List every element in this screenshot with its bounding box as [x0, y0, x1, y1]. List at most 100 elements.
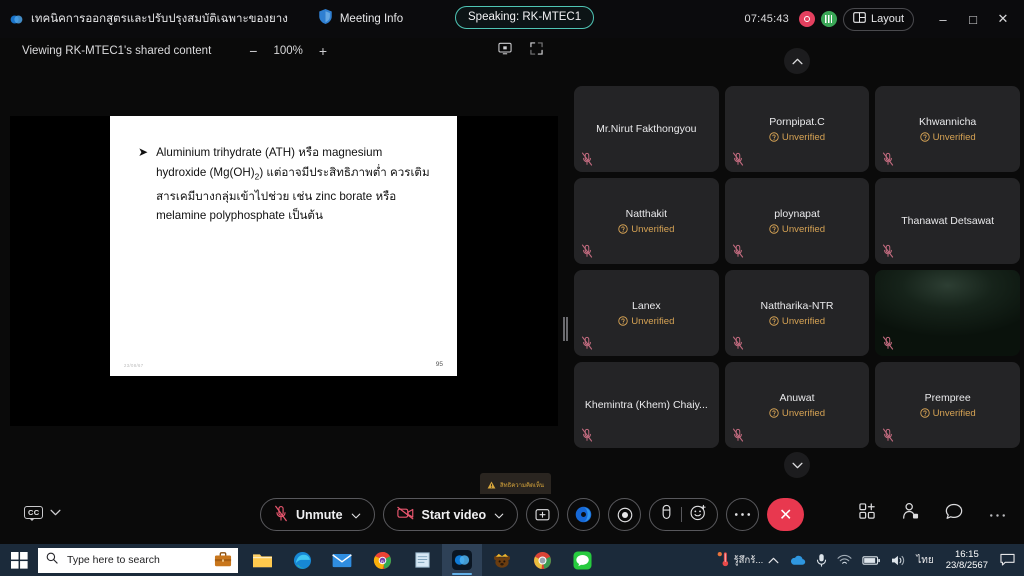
more-icon[interactable]	[989, 505, 1006, 523]
taskbar-clock[interactable]: 16:15 23/8/2567	[939, 549, 995, 572]
participant-name: Thanawat Detsawat	[901, 215, 995, 227]
annotate-icon[interactable]	[660, 504, 673, 525]
minimize-button[interactable]: –	[928, 0, 958, 38]
slide-line3-a: สารเคมีบางกลุ่มเข้าไปช่วย เช่น	[156, 189, 316, 203]
cc-chevron-down-icon[interactable]	[50, 503, 61, 521]
microphone-muted-icon	[732, 244, 744, 258]
chevron-up-icon[interactable]	[763, 557, 784, 564]
meeting-toolbar: CC Unmute Start video ✕	[0, 494, 1024, 544]
participant-panel: Mr.Nirut Fakthongyou Pornpipat.C Unverifie…	[570, 38, 1024, 494]
search-input[interactable]: Type here to search	[38, 547, 238, 573]
mail-icon[interactable]	[322, 544, 362, 576]
webex-icon[interactable]	[442, 544, 482, 576]
close-button[interactable]: ✕	[988, 0, 1018, 38]
microphone-muted-icon	[581, 428, 593, 442]
slide-line1-c: magnesium	[319, 146, 383, 159]
zoom-out-button[interactable]: −	[249, 43, 257, 59]
meeting-info-button[interactable]: Meeting Info	[318, 8, 403, 30]
unverified-badge: Unverified	[919, 132, 976, 143]
participant-tile[interactable]: Khemintra (Khem) Chaiy...	[574, 362, 719, 448]
more-options-button[interactable]	[726, 498, 760, 531]
slide-footer-left: 23/08/67	[124, 363, 144, 368]
weather-widget[interactable]: รู้สึกร้...	[709, 551, 764, 570]
microsoft-edge-icon[interactable]	[282, 544, 322, 576]
unmute-label: Unmute	[296, 507, 343, 522]
battery-icon[interactable]	[857, 555, 886, 566]
thermometer-icon	[717, 551, 730, 570]
unmute-button[interactable]: Unmute	[260, 498, 375, 531]
video-chevron-down-icon[interactable]	[494, 508, 504, 522]
unverified-label: Unverified	[781, 223, 826, 235]
chrome-icon[interactable]	[522, 544, 562, 576]
apps-icon[interactable]	[859, 502, 876, 525]
participant-tile[interactable]: ploynapat Unverified	[724, 178, 870, 264]
unmute-chevron-down-icon[interactable]	[351, 508, 361, 522]
record-button[interactable]	[608, 498, 642, 531]
shared-screen-frame[interactable]: ➤ Aluminium trihydrate (ATH) หรือ magnes…	[10, 116, 558, 426]
notification-icon[interactable]	[995, 553, 1024, 567]
bear-icon[interactable]	[482, 544, 522, 576]
participant-tile[interactable]: Prempree Unverified	[875, 362, 1020, 448]
windows-start-icon[interactable]	[0, 544, 38, 576]
taskbar-apps: B	[242, 544, 602, 576]
speaking-indicator: Speaking: RK-MTEC1	[455, 6, 595, 29]
panel-resize-handle[interactable]	[562, 314, 569, 344]
unverified-label: Unverified	[781, 407, 826, 419]
share-screen-button[interactable]	[526, 498, 560, 531]
participant-name: Pornpipat.C	[769, 115, 825, 128]
layout-button[interactable]: Layout	[842, 7, 914, 31]
participant-name: Natthakit	[625, 207, 668, 220]
zoom-in-button[interactable]: +	[319, 43, 327, 59]
audio-active-indicator-icon[interactable]	[820, 11, 837, 27]
participant-tile[interactable]: Khwannicha Unverified	[875, 86, 1020, 172]
screen-view-icon[interactable]	[498, 42, 512, 60]
chrome-b-icon[interactable]: B	[362, 544, 402, 576]
search-placeholder: Type here to search	[67, 554, 160, 566]
content-warning-text: สิทธิความคิดเห็น	[500, 483, 545, 489]
slide-bullet: ➤ Aluminium trihydrate (ATH) หรือ magnes…	[138, 143, 437, 226]
reactions-icon[interactable]	[690, 504, 707, 526]
unverified-badge: Unverified	[618, 224, 674, 235]
participant-tile[interactable]: Nattharika-NTR Unverified	[724, 270, 870, 356]
participant-tile[interactable]: Natthakit Unverified	[574, 178, 719, 264]
closed-captions-button[interactable]: CC	[24, 503, 61, 521]
participant-tile[interactable]: Lanex Unverified	[574, 270, 719, 356]
slide-footer: 23/08/67 95	[110, 361, 457, 368]
participant-name: Khwannicha	[919, 115, 977, 128]
participant-name: Nattharika-NTR	[760, 299, 834, 312]
slide-line1-a: Aluminium trihydrate (ATH)	[156, 146, 299, 159]
language-indicator[interactable]: ไทย	[911, 553, 938, 568]
annotate-and-reactions-group	[649, 498, 719, 531]
wifi-icon[interactable]	[832, 554, 857, 566]
microphone-icon[interactable]	[811, 553, 832, 568]
unverified-badge: Unverified	[769, 224, 825, 235]
file-explorer-icon[interactable]	[242, 544, 282, 576]
participant-tile[interactable]: Anuwat Unverified	[724, 362, 870, 448]
scroll-up-button[interactable]	[784, 48, 810, 74]
volume-icon[interactable]	[886, 554, 911, 567]
end-meeting-button[interactable]: ✕	[767, 498, 805, 531]
notepad-icon[interactable]	[402, 544, 442, 576]
recording-indicator-icon[interactable]	[798, 11, 815, 27]
fullscreen-icon[interactable]	[530, 42, 543, 60]
start-video-button[interactable]: Start video	[382, 498, 519, 531]
weather-text: รู้สึกร้...	[733, 554, 764, 566]
participant-name: Prempree	[924, 391, 971, 404]
maximize-button[interactable]: □	[958, 0, 988, 38]
webex-meeting-window: เทคนิคการออกสูตรและปรับปรุงสมบัติเฉพาะขอ…	[0, 0, 1024, 576]
active-app-underline	[452, 573, 472, 575]
onedrive-icon[interactable]	[784, 554, 811, 566]
participant-tile[interactable]	[875, 270, 1020, 356]
scroll-down-button[interactable]	[784, 452, 810, 478]
participant-tile[interactable]: Pornpipat.C Unverified	[724, 86, 870, 172]
participant-tile[interactable]: Thanawat Detsawat	[875, 178, 1020, 264]
line-icon[interactable]	[562, 544, 602, 576]
unverified-badge: Unverified	[919, 408, 976, 419]
participant-tile[interactable]: Mr.Nirut Fakthongyou	[574, 86, 719, 172]
participants-icon[interactable]	[902, 502, 919, 525]
chat-icon[interactable]	[945, 503, 963, 525]
participant-name: Mr.Nirut Fakthongyou	[596, 123, 697, 135]
meeting-title: เทคนิคการออกสูตรและปรับปรุงสมบัติเฉพาะขอ…	[31, 13, 288, 25]
webex-assistant-button[interactable]	[567, 498, 601, 531]
briefcase-icon[interactable]	[214, 551, 232, 573]
